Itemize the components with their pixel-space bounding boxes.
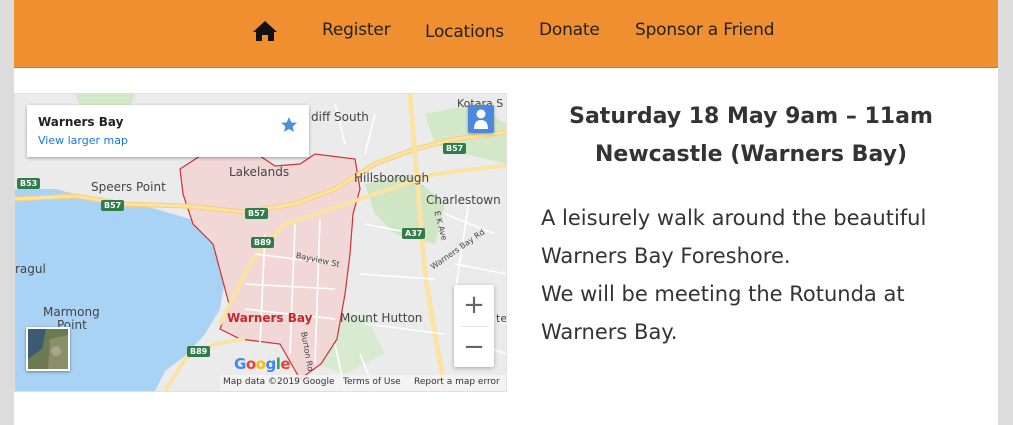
- map-label-mount-hutton: Mount Hutton: [340, 311, 423, 325]
- map-place-title: Warners Bay: [38, 115, 124, 129]
- event-description-line: A leisurely walk around the beautiful: [541, 206, 927, 230]
- nav-sponsor-link[interactable]: Sponsor a Friend: [635, 20, 775, 40]
- map-attribution: Map data ©2019 Google Terms of Use Repor…: [220, 375, 506, 391]
- satellite-toggle-button[interactable]: [26, 327, 70, 371]
- top-nav: Register Locations Donate Sponsor a Frie…: [14, 0, 998, 68]
- map-label-te: te: [496, 312, 507, 325]
- zoom-out-button[interactable]: −: [454, 327, 494, 367]
- road-badge-b89: B89: [187, 346, 211, 357]
- home-icon[interactable]: [252, 19, 278, 43]
- map-label-hillsborough: Hillsborough: [354, 171, 430, 185]
- road-badge-a37: A37: [402, 228, 426, 239]
- map-label-warners-bay: Warners Bay: [227, 311, 313, 325]
- map-label-marmong: Marmong: [43, 305, 100, 319]
- map-label-adamstown: diff South: [311, 110, 369, 124]
- zoom-controls: + −: [454, 285, 494, 367]
- road-badge-b57: B57: [245, 208, 269, 219]
- report-map-error-link[interactable]: Report a map error: [414, 377, 500, 387]
- page: Register Locations Donate Sponsor a Frie…: [14, 0, 998, 425]
- terms-of-use-link[interactable]: Terms of Use: [343, 377, 401, 387]
- nav-locations-link[interactable]: Locations: [425, 22, 504, 42]
- map-data-text: Map data ©2019 Google: [223, 377, 335, 387]
- road-badge-b53: B53: [17, 178, 41, 189]
- map-label-lakelands: Lakelands: [229, 165, 290, 179]
- map-place-card: Warners Bay View larger map: [27, 105, 309, 157]
- map-label-speers-point: Speers Point: [91, 180, 166, 194]
- google-logo: Google: [234, 355, 291, 373]
- map-label-ragul: ragul: [15, 262, 46, 276]
- event-description-line: Warners Bay.: [541, 320, 678, 344]
- embedded-map[interactable]: Kotara S diff South Lakelands Hillsborou…: [14, 93, 507, 392]
- street-view-pegman-icon[interactable]: [468, 105, 494, 133]
- save-star-icon[interactable]: [279, 115, 299, 135]
- nav-donate-link[interactable]: Donate: [539, 20, 600, 40]
- view-larger-map-link[interactable]: View larger map: [38, 134, 128, 147]
- road-badge-b89: B89: [251, 237, 275, 248]
- nav-register-link[interactable]: Register: [322, 20, 391, 40]
- zoom-in-button[interactable]: +: [454, 285, 494, 325]
- road-badge-b57: B57: [443, 143, 467, 154]
- event-date: Saturday 18 May 9am – 11am: [569, 104, 933, 129]
- event-description-line: Warners Bay Foreshore.: [541, 244, 791, 268]
- event-location: Newcastle (Warners Bay): [594, 142, 908, 167]
- road-badge-b57: B57: [101, 200, 125, 211]
- event-description-line: We will be meeting the Rotunda at: [541, 282, 905, 306]
- map-label-charlestown: Charlestown: [426, 193, 501, 207]
